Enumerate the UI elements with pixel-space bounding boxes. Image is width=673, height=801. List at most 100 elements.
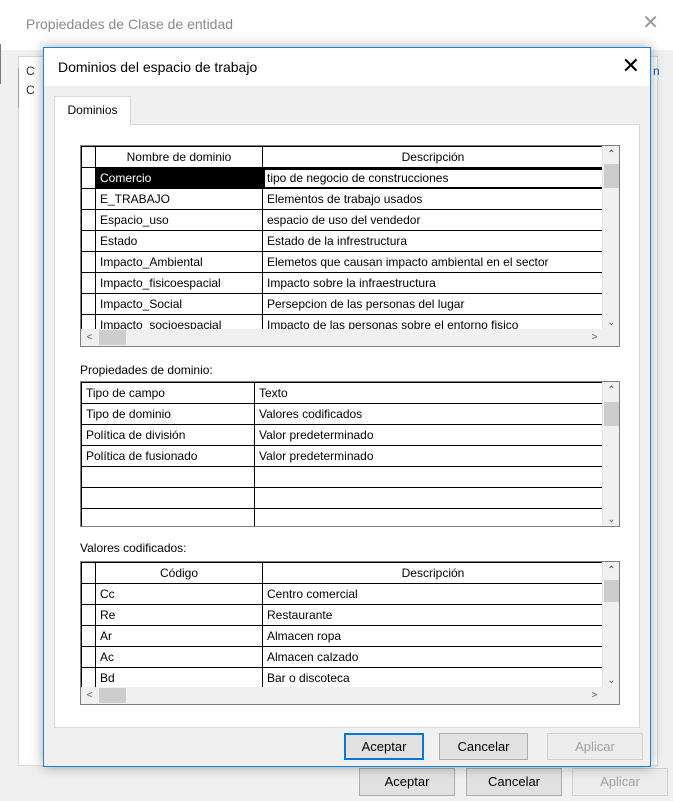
table-cell[interactable]: Texto — [254, 382, 604, 404]
row-selector[interactable] — [81, 667, 96, 689]
background-ok-button[interactable]: Aceptar — [359, 768, 455, 796]
table-row[interactable]: E_TRABAJO Elementos de trabajo usados — [81, 188, 604, 210]
table-cell[interactable]: Cc — [95, 583, 263, 605]
scroll-up-icon[interactable]: ⌃ — [603, 562, 619, 579]
table-row[interactable]: Re Restaurante — [81, 604, 604, 626]
table-row[interactable] — [81, 487, 604, 509]
apply-button[interactable]: Aplicar — [547, 733, 643, 760]
table-cell[interactable]: Impacto_fisicoespacial — [95, 272, 263, 294]
table-row[interactable] — [81, 508, 604, 526]
table-row[interactable] — [81, 466, 604, 488]
scroll-up-icon[interactable]: ⌃ — [603, 146, 619, 163]
table-cell[interactable]: Almacen ropa — [262, 625, 604, 647]
table-row[interactable]: Tipo de dominio Valores codificados — [81, 403, 604, 425]
close-icon[interactable]: ✕ — [622, 53, 640, 79]
table-cell[interactable]: Elemetos que causan impacto ambiental en… — [262, 251, 604, 273]
domains-horizontal-scrollbar[interactable]: < > — [81, 329, 603, 346]
table-cell[interactable]: E_TRABAJO — [95, 188, 263, 210]
row-selector[interactable] — [81, 251, 96, 273]
table-cell[interactable]: Ac — [95, 646, 263, 668]
background-apply-button[interactable]: Aplicar — [572, 768, 668, 796]
table-cell[interactable]: Tipo de dominio — [81, 403, 255, 425]
scroll-up-icon[interactable]: ⌃ — [603, 382, 619, 399]
scroll-thumb[interactable] — [604, 164, 619, 188]
table-row[interactable]: Política de división Valor predeterminado — [81, 424, 604, 446]
coded-horizontal-scrollbar[interactable]: < > — [81, 687, 603, 704]
row-selector[interactable] — [81, 625, 96, 647]
row-selector[interactable] — [81, 583, 96, 605]
table-cell[interactable]: Centro comercial — [262, 583, 604, 605]
table-cell[interactable]: tipo de negocio de construcciones — [262, 167, 604, 189]
background-cancel-button[interactable]: Cancelar — [466, 768, 562, 796]
background-tab-fragment[interactable]: C — [26, 83, 35, 97]
table-cell[interactable]: Elementos de trabajo usados — [262, 188, 604, 210]
column-header-description[interactable]: Descripción — [262, 146, 604, 168]
table-cell[interactable]: Política de fusionado — [81, 445, 255, 467]
scroll-thumb[interactable] — [99, 688, 126, 703]
ok-button[interactable]: Aceptar — [344, 733, 424, 760]
table-row[interactable]: Ac Almacen calzado — [81, 646, 604, 668]
properties-vertical-scrollbar[interactable]: ⌃ ⌄ — [602, 382, 619, 526]
table-cell[interactable] — [254, 466, 604, 488]
scroll-left-icon[interactable]: < — [81, 687, 98, 704]
table-cell[interactable]: Comercio — [95, 167, 263, 189]
cancel-button[interactable]: Cancelar — [439, 733, 528, 760]
coded-values-grid[interactable]: Código Descripción Cc Centro comercial Re R… — [80, 561, 620, 705]
table-cell[interactable]: Re — [95, 604, 263, 626]
background-tab-fragment[interactable]: C — [26, 64, 35, 78]
table-row[interactable]: Impacto_fisicoespacial Impacto sobre la i… — [81, 272, 604, 294]
table-cell[interactable]: Tipo de campo — [81, 382, 255, 404]
table-cell[interactable]: Bar o discoteca — [262, 667, 604, 689]
table-row[interactable]: Cc Centro comercial — [81, 583, 604, 605]
scroll-right-icon[interactable]: > — [586, 687, 603, 704]
table-cell[interactable]: Persepcion de las personas del lugar — [262, 293, 604, 315]
table-cell[interactable]: Política de división — [81, 424, 255, 446]
row-selector[interactable] — [81, 604, 96, 626]
scroll-right-icon[interactable]: > — [586, 329, 603, 346]
table-cell[interactable]: Estado — [95, 230, 263, 252]
column-header-description[interactable]: Descripción — [262, 562, 604, 584]
column-header-code[interactable]: Código — [95, 562, 263, 584]
table-row[interactable]: Impacto_Ambiental Elemetos que causan imp… — [81, 251, 604, 273]
table-row[interactable]: Comercio tipo de negocio de construccione… — [81, 167, 604, 189]
table-row[interactable]: Política de fusionado Valor predeterminad… — [81, 445, 604, 467]
scroll-left-icon[interactable]: < — [81, 329, 98, 346]
table-row[interactable]: Impacto_Social Persepcion de las personas… — [81, 293, 604, 315]
table-cell[interactable]: Restaurante — [262, 604, 604, 626]
column-header-domain-name[interactable]: Nombre de dominio — [95, 146, 263, 168]
table-row[interactable]: Ar Almacen ropa — [81, 625, 604, 647]
table-cell[interactable]: espacio de uso del vendedor — [262, 209, 604, 231]
row-selector[interactable] — [81, 209, 96, 231]
table-cell[interactable] — [81, 487, 255, 509]
table-cell[interactable]: Almacen calzado — [262, 646, 604, 668]
table-row[interactable]: Tipo de campo Texto — [81, 382, 604, 404]
table-cell[interactable]: Impacto_Social — [95, 293, 263, 315]
coded-vertical-scrollbar[interactable]: ⌃ ⌄ — [602, 562, 619, 689]
table-cell[interactable]: Valor predeterminado — [254, 424, 604, 446]
row-selector[interactable] — [81, 167, 96, 189]
table-cell[interactable] — [254, 508, 604, 526]
domains-grid[interactable]: Nombre de dominio Descripción Comercio ti… — [80, 145, 620, 347]
table-row[interactable]: Espacio_uso espacio de uso del vendedor — [81, 209, 604, 231]
row-selector[interactable] — [81, 646, 96, 668]
table-cell[interactable] — [254, 487, 604, 509]
table-cell[interactable]: Espacio_uso — [95, 209, 263, 231]
table-cell[interactable] — [81, 466, 255, 488]
table-cell[interactable]: Ar — [95, 625, 263, 647]
table-cell[interactable] — [81, 508, 255, 526]
domain-properties-grid[interactable]: Tipo de campo Texto Tipo de dominio Valores… — [80, 381, 620, 527]
table-row[interactable]: Estado Estado de la infrestructura — [81, 230, 604, 252]
row-selector[interactable] — [81, 293, 96, 315]
table-row[interactable]: Bd Bar o discoteca — [81, 667, 604, 689]
row-selector[interactable] — [81, 188, 96, 210]
table-cell[interactable]: Impacto_Ambiental — [95, 251, 263, 273]
table-cell[interactable]: Valor predeterminado — [254, 445, 604, 467]
row-selector[interactable] — [81, 272, 96, 294]
row-selector[interactable] — [81, 230, 96, 252]
close-icon[interactable]: ✕ — [642, 10, 659, 35]
table-cell[interactable]: Estado de la infrestructura — [262, 230, 604, 252]
domains-vertical-scrollbar[interactable]: ⌃ ⌄ — [602, 146, 619, 331]
tab-dominios[interactable]: Dominios — [54, 96, 131, 125]
table-cell[interactable]: Valores codificados — [254, 403, 604, 425]
scroll-down-icon[interactable]: ⌄ — [603, 511, 619, 526]
